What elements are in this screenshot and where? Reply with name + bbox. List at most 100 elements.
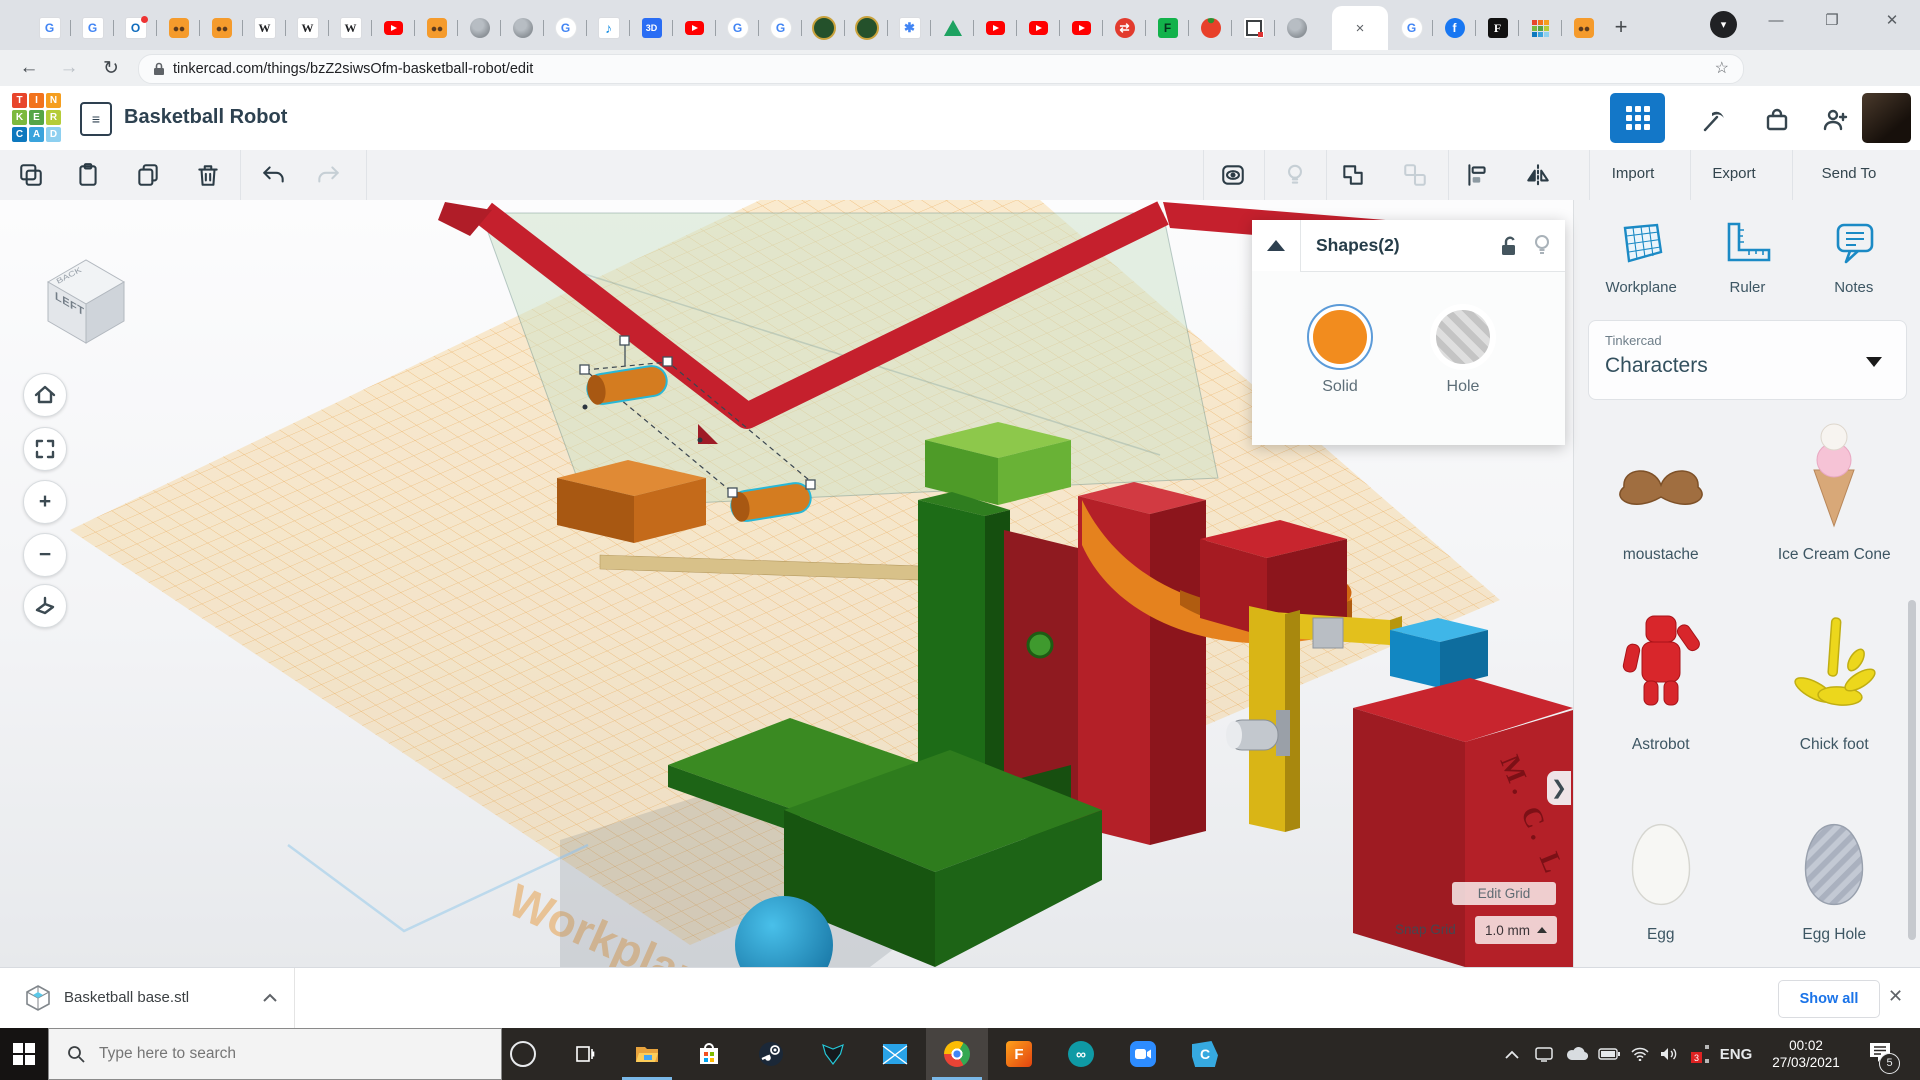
close-button[interactable]: ✕	[1869, 0, 1915, 40]
show-all-button[interactable]: Show all	[1778, 980, 1880, 1018]
pinned-tab-google[interactable]: G	[716, 13, 759, 43]
pinned-tab-facebook[interactable]: f	[1433, 13, 1476, 43]
pinned-tab-youtube[interactable]	[372, 13, 415, 43]
url-omnibox[interactable]: tinkercad.com/things/bzZ2siwsOfm-basketb…	[138, 54, 1744, 84]
pinned-tab-wiki[interactable]: W	[286, 13, 329, 43]
pinned-tab-youtube[interactable]	[1017, 13, 1060, 43]
zoom-out-button[interactable]: −	[23, 533, 67, 577]
unlock-icon[interactable]	[1499, 235, 1519, 257]
pinned-tab-youtube[interactable]	[673, 13, 716, 43]
pinned-tab-robot[interactable]	[1562, 13, 1605, 43]
pinned-tab-globe[interactable]	[1275, 13, 1318, 43]
sidebar-tool-ruler[interactable]: Ruler	[1695, 220, 1799, 296]
tab-close-icon[interactable]: ×	[1356, 20, 1365, 37]
wifi-icon[interactable]	[1626, 1028, 1654, 1080]
pinned-tab-convert[interactable]: ⇄	[1103, 13, 1146, 43]
cast-icon[interactable]	[1530, 1028, 1558, 1080]
panel-collapse-button[interactable]	[1252, 220, 1301, 271]
hole-swatch[interactable]	[1430, 304, 1496, 370]
pinned-tab-wiki[interactable]: W	[243, 13, 286, 43]
start-button[interactable]	[0, 1028, 48, 1080]
chrome-icon[interactable]	[926, 1028, 988, 1080]
dashboard-grid-button[interactable]	[1610, 93, 1665, 143]
redo-button[interactable]	[308, 155, 348, 195]
view-cube[interactable]: BACK LEFT	[48, 260, 124, 343]
predator-icon[interactable]	[802, 1028, 864, 1080]
cortana-icon[interactable]	[492, 1028, 554, 1080]
light-bulb-button[interactable]	[1275, 155, 1315, 195]
document-menu-icon[interactable]: ≡	[80, 102, 112, 136]
download-filename[interactable]: Basketball base.stl	[64, 989, 189, 1006]
duplicate-button[interactable]	[128, 155, 168, 195]
visibility-bulb-icon[interactable]	[1533, 234, 1551, 258]
pinned-tab-fandom[interactable]: F	[1146, 13, 1189, 43]
shape-item-egg[interactable]: Egg	[1574, 802, 1748, 988]
model-green-peg[interactable]	[1028, 633, 1052, 657]
align-button[interactable]	[1457, 155, 1497, 195]
pinned-tab-robot[interactable]	[200, 13, 243, 43]
language-indicator[interactable]: ENG	[1716, 1028, 1756, 1080]
tinkercad-logo[interactable]: TINKERCAD	[12, 93, 61, 142]
pinned-tab-audio[interactable]: ♪	[587, 13, 630, 43]
ms-store-icon[interactable]	[678, 1028, 740, 1080]
shape-item-ice-cream-cone[interactable]: Ice Cream Cone	[1748, 422, 1920, 608]
shape-library-dropdown[interactable]: Tinkercad Characters	[1588, 320, 1907, 400]
shape-item-egg-hole[interactable]: Egg Hole	[1748, 802, 1920, 988]
edit-grid-button[interactable]: Edit Grid	[1452, 882, 1556, 905]
fit-view-button[interactable]	[23, 427, 67, 471]
pinned-tab-google[interactable]: G	[1390, 13, 1433, 43]
ungroup-button[interactable]	[1395, 155, 1435, 195]
speaker-icon[interactable]	[1655, 1028, 1683, 1080]
sidebar-collapse-chevron[interactable]: ❯	[1547, 771, 1571, 805]
pinned-tab-translate[interactable]: G	[28, 13, 71, 43]
send-to-button[interactable]: Send To	[1822, 165, 1877, 182]
workplane-view-button[interactable]	[23, 584, 67, 628]
onedrive-icon[interactable]	[1562, 1028, 1592, 1080]
download-menu-chevron[interactable]	[258, 986, 282, 1010]
pinned-tab-google[interactable]: G	[544, 13, 587, 43]
pinned-tab-wiki[interactable]: W	[329, 13, 372, 43]
pinned-tab-ft[interactable]: F	[1476, 13, 1519, 43]
stl-file-icon[interactable]	[24, 984, 52, 1012]
file-explorer-icon[interactable]	[616, 1028, 678, 1080]
sidebar-tool-notes[interactable]: Notes	[1802, 220, 1906, 296]
pinned-tab-globe[interactable]	[458, 13, 501, 43]
export-button[interactable]: Export	[1712, 165, 1755, 182]
shape-item-astrobot[interactable]: Astrobot	[1574, 612, 1748, 798]
notification-center-icon[interactable]: 5	[1858, 1028, 1902, 1080]
pinned-tab-globe[interactable]	[501, 13, 544, 43]
home-view-button[interactable]	[23, 373, 67, 417]
tray-app-badge-icon[interactable]: 3	[1686, 1028, 1714, 1080]
pinned-tab-drive[interactable]	[931, 13, 974, 43]
clock[interactable]: 00:02 27/03/2021	[1756, 1028, 1856, 1080]
mirror-button[interactable]	[1518, 155, 1558, 195]
bookmark-star-icon[interactable]: ☆	[1715, 58, 1729, 78]
cura-icon[interactable]: C	[1174, 1028, 1236, 1080]
back-button[interactable]: ←	[14, 53, 44, 83]
shape-item-moustache[interactable]: moustache	[1574, 422, 1748, 608]
download-bar-close-icon[interactable]: ✕	[1888, 986, 1903, 1007]
zoom-icon[interactable]	[1112, 1028, 1174, 1080]
pinned-tab-flower[interactable]: ✱	[888, 13, 931, 43]
pinned-tab-youtube[interactable]	[1060, 13, 1103, 43]
solid-swatch[interactable]	[1307, 304, 1373, 370]
forward-button[interactable]: →	[54, 53, 84, 83]
model-blue-box[interactable]	[1390, 618, 1488, 688]
invite-person-icon[interactable]	[1818, 103, 1852, 137]
active-tab[interactable]: ×	[1332, 6, 1388, 50]
steam-icon[interactable]	[740, 1028, 802, 1080]
sidebar-tool-workplane[interactable]: Workplane	[1589, 220, 1693, 296]
arduino-icon[interactable]: ∞	[1050, 1028, 1112, 1080]
shape-item-chick-foot[interactable]: Chick foot	[1748, 612, 1920, 798]
delete-button[interactable]	[188, 155, 228, 195]
pinned-tab-seal[interactable]	[845, 13, 888, 43]
sidebar-scrollbar[interactable]	[1908, 600, 1916, 940]
tinker-pickaxe-icon[interactable]	[1696, 103, 1730, 137]
pinned-tab-outlook[interactable]: O	[114, 13, 157, 43]
taskbar-search[interactable]	[48, 1028, 502, 1080]
undo-button[interactable]	[254, 155, 294, 195]
pinned-tab-threed[interactable]: 3D	[630, 13, 673, 43]
pinned-tab-google[interactable]: G	[759, 13, 802, 43]
snap-grid-dropdown[interactable]: 1.0 mm	[1475, 916, 1557, 944]
tinkercad-avatar[interactable]	[1862, 93, 1911, 143]
